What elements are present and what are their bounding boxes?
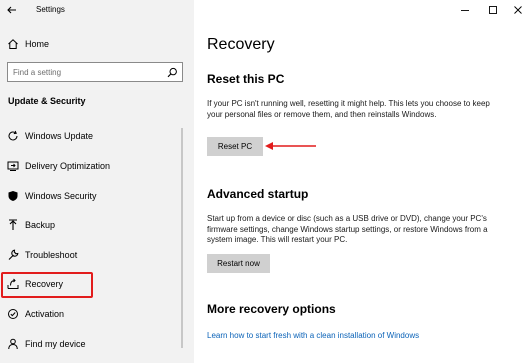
search-placeholder: Find a setting bbox=[13, 68, 62, 77]
sidebar-item-label: Home bbox=[25, 39, 50, 49]
sidebar: Settings Home Find a setting Update & Se… bbox=[0, 0, 194, 363]
sidebar-item-troubleshoot[interactable]: Troubleshoot bbox=[0, 243, 180, 269]
sidebar-item-label: Delivery Optimization bbox=[25, 161, 111, 171]
sidebar-item-home[interactable]: Home bbox=[0, 32, 180, 58]
sidebar-item-delivery-optimization[interactable]: Delivery Optimization bbox=[0, 154, 180, 180]
maximize-icon bbox=[489, 6, 497, 14]
activation-icon bbox=[7, 308, 19, 320]
wrench-icon bbox=[7, 249, 19, 261]
close-button[interactable] bbox=[511, 3, 525, 17]
search-input[interactable]: Find a setting bbox=[7, 62, 183, 82]
annotation-highlight-box bbox=[1, 272, 93, 298]
section-heading: Update & Security bbox=[8, 96, 86, 106]
sidebar-item-label: Find my device bbox=[25, 339, 86, 349]
sync-icon bbox=[7, 130, 19, 142]
sidebar-item-label: Windows Security bbox=[25, 191, 97, 201]
app-title: Settings bbox=[36, 5, 65, 14]
backup-icon bbox=[7, 219, 19, 231]
clean-install-link[interactable]: Learn how to start fresh with a clean in… bbox=[207, 331, 419, 340]
minimize-icon bbox=[461, 10, 469, 11]
page-title: Recovery bbox=[207, 36, 275, 53]
person-icon bbox=[7, 338, 19, 350]
delivery-icon bbox=[7, 160, 19, 172]
sidebar-item-label: Windows Update bbox=[25, 131, 94, 141]
maximize-button[interactable] bbox=[486, 3, 500, 17]
title-bar: Settings bbox=[0, 0, 194, 22]
sidebar-item-backup[interactable]: Backup bbox=[0, 213, 180, 239]
search-icon[interactable] bbox=[167, 67, 178, 78]
reset-description: If your PC isn't running well, resetting… bbox=[207, 99, 490, 119]
annotation-arrow bbox=[264, 140, 316, 152]
minimize-button[interactable] bbox=[458, 3, 472, 17]
close-icon bbox=[514, 6, 522, 14]
advanced-startup-heading: Advanced startup bbox=[207, 187, 309, 201]
sidebar-item-find-my-device[interactable]: Find my device bbox=[0, 332, 180, 358]
reset-heading: Reset this PC bbox=[207, 72, 285, 86]
sidebar-item-label: Backup bbox=[25, 220, 56, 230]
sidebar-item-activation[interactable]: Activation bbox=[0, 302, 180, 328]
back-arrow-icon bbox=[7, 6, 16, 14]
more-recovery-heading: More recovery options bbox=[207, 302, 336, 316]
sidebar-item-windows-security[interactable]: Windows Security bbox=[0, 184, 180, 210]
advanced-startup-description: Start up from a device or disc (such as … bbox=[207, 214, 488, 244]
sidebar-scrollbar[interactable] bbox=[181, 128, 183, 348]
arrow-left-icon bbox=[265, 142, 316, 150]
sidebar-item-label: Activation bbox=[25, 309, 65, 319]
shield-icon bbox=[7, 190, 19, 202]
reset-pc-button[interactable]: Reset PC bbox=[207, 137, 263, 156]
restart-now-button[interactable]: Restart now bbox=[207, 254, 270, 273]
back-button[interactable] bbox=[4, 2, 20, 18]
sidebar-item-windows-update[interactable]: Windows Update bbox=[0, 124, 180, 150]
home-icon bbox=[7, 38, 19, 50]
sidebar-item-label: Troubleshoot bbox=[25, 250, 78, 260]
